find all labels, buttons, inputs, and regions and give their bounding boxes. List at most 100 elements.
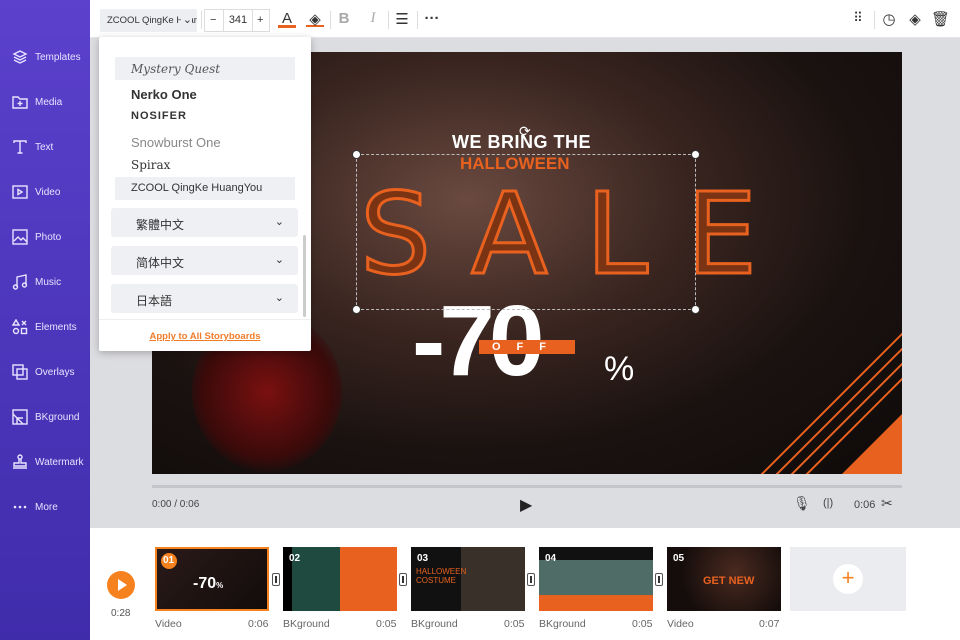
add-clip-button[interactable]: + [790, 547, 906, 611]
rotate-icon[interactable]: ⟳ [519, 123, 531, 140]
sidebar-item-label: Templates [35, 51, 81, 63]
clip-thumbnail-text: GET NEW [703, 575, 755, 587]
font-option[interactable]: Nerko One [115, 82, 295, 105]
transition-icon[interactable] [655, 573, 663, 586]
scissors-icon[interactable]: ✂ [881, 495, 893, 512]
text-color-icon[interactable]: A [278, 10, 296, 28]
language-group-japanese[interactable]: 日本語 ⌄ [111, 284, 298, 313]
font-size-stepper[interactable]: − 341 + [204, 9, 270, 32]
sidebar-item-music[interactable]: Music [0, 267, 90, 297]
font-family-select[interactable]: ZCOOL QingKe HuangYou⌄ [100, 9, 197, 32]
selection-box[interactable]: ⟳ [352, 123, 700, 314]
music-icon [12, 274, 28, 290]
sidebar-item-photo[interactable]: Photo [0, 222, 90, 252]
storyboard-clip[interactable]: 05 GET NEW [667, 547, 781, 611]
layers-icon [12, 50, 28, 64]
microphone-icon[interactable]: 🎙 [793, 495, 811, 512]
apply-to-all-link[interactable]: Apply to All Storyboards [99, 319, 311, 351]
clip-thumbnail-text: HALLOWEEN COSTUME [416, 567, 467, 585]
watermark-icon [13, 454, 27, 469]
clip-type: Video [155, 618, 182, 630]
divider [201, 11, 202, 29]
clip-number: 01 [161, 553, 177, 569]
storyboard-clip[interactable]: 02 [283, 547, 397, 611]
split-icon[interactable]: (|) [823, 497, 833, 509]
language-group-simplified-chinese[interactable]: 简体中文 ⌄ [111, 246, 298, 275]
layers-icon[interactable]: ◈ [906, 10, 924, 28]
increase-size-button[interactable]: + [257, 14, 263, 26]
clip-type: BKground [539, 618, 586, 630]
more-icon [13, 505, 27, 509]
font-option[interactable]: NOSIFER [115, 105, 295, 128]
clip-duration: 0:07 [759, 618, 780, 630]
sidebar-item-more[interactable]: More [0, 492, 90, 522]
storyboard: 0:28 01 -70% Video 0:06 02 BKground 0:05 … [90, 528, 960, 640]
clip-thumbnail-text: -70% [193, 575, 224, 592]
sidebar-item-text[interactable]: Text [0, 132, 90, 162]
divider [330, 11, 331, 29]
clip-duration: 0:05 [632, 618, 653, 630]
storyboard-clip[interactable]: 03 HALLOWEEN COSTUME [411, 547, 525, 611]
sidebar-item-templates[interactable]: Templates [0, 42, 90, 72]
clip-duration: 0:06 [854, 499, 876, 511]
playback-scrubber[interactable] [152, 485, 902, 488]
clip-duration: 0:06 [248, 618, 269, 630]
italic-icon[interactable]: I [364, 10, 382, 27]
font-option-selected[interactable]: ZCOOL QingKe HuangYou [115, 177, 295, 200]
trash-icon[interactable]: 🗑 [931, 10, 950, 28]
bold-icon[interactable]: B [335, 10, 353, 27]
clip-type: BKground [283, 618, 330, 630]
font-option[interactable]: Mystery Quest [115, 57, 295, 80]
sidebar-item-overlays[interactable]: Overlays [0, 357, 90, 387]
elements-icon [12, 319, 28, 335]
sidebar-item-label: Music [35, 276, 62, 288]
resize-handle[interactable] [691, 305, 700, 314]
clip-number: 05 [673, 553, 685, 564]
video-icon [12, 185, 28, 199]
language-group-traditional-chinese[interactable]: 繁體中文 ⌄ [111, 208, 298, 237]
decrease-size-button[interactable]: − [210, 14, 216, 26]
line-spacing-icon[interactable]: ☰ [393, 10, 411, 28]
off-label[interactable]: OFF [479, 340, 575, 354]
highlight-color-icon[interactable]: ◈ [306, 10, 324, 28]
clip-duration: 0:05 [376, 618, 397, 630]
font-option[interactable]: Snowburst One [115, 130, 295, 153]
resize-handle[interactable] [352, 305, 361, 314]
resize-handle[interactable] [691, 150, 700, 159]
sidebar-item-label: Media [35, 96, 63, 108]
clip-number: 03 [417, 553, 429, 564]
overlays-icon [12, 364, 28, 380]
grid-icon[interactable]: ⠿ [849, 10, 867, 26]
language-label: 简体中文 [136, 256, 185, 270]
play-all-button[interactable] [107, 571, 135, 599]
clock-icon[interactable]: ◷ [880, 10, 898, 28]
chevron-down-icon: ⌄ [274, 216, 284, 228]
sidebar-item-video[interactable]: Video [0, 177, 90, 207]
sidebar-item-bkground[interactable]: BKground [0, 402, 90, 432]
dropdown-scrollbar[interactable] [303, 235, 306, 317]
font-size-input[interactable]: 341 [223, 10, 253, 31]
chevron-down-icon: ⌄ [274, 292, 284, 304]
font-option[interactable]: Spirax [115, 153, 295, 176]
folder-plus-icon [12, 96, 28, 109]
divider [417, 11, 418, 29]
storyboard-clip[interactable]: 01 -70% [155, 547, 269, 611]
play-icon[interactable]: ▶ [520, 495, 532, 515]
sidebar-item-watermark[interactable]: Watermark [0, 447, 90, 477]
total-duration: 0:28 [111, 608, 131, 619]
sidebar-item-label: Text [35, 141, 54, 153]
chevron-down-icon: ⌄ [274, 254, 284, 266]
sidebar-item-elements[interactable]: Elements [0, 312, 90, 342]
transition-icon[interactable] [399, 573, 407, 586]
language-label: 繁體中文 [136, 218, 185, 232]
resize-handle[interactable] [352, 150, 361, 159]
decorative-stripes [760, 332, 902, 474]
transition-icon[interactable] [527, 573, 535, 586]
plus-icon: + [833, 564, 863, 594]
more-options-icon[interactable]: ··· [423, 10, 441, 27]
transition-icon[interactable] [272, 573, 280, 586]
storyboard-clip[interactable]: 04 [539, 547, 653, 611]
percent-text[interactable]: % [604, 350, 634, 389]
sidebar-item-media[interactable]: Media [0, 87, 90, 117]
toolbar: ZCOOL QingKe HuangYou⌄ − 341 + A ◈ B I ☰… [90, 0, 960, 38]
